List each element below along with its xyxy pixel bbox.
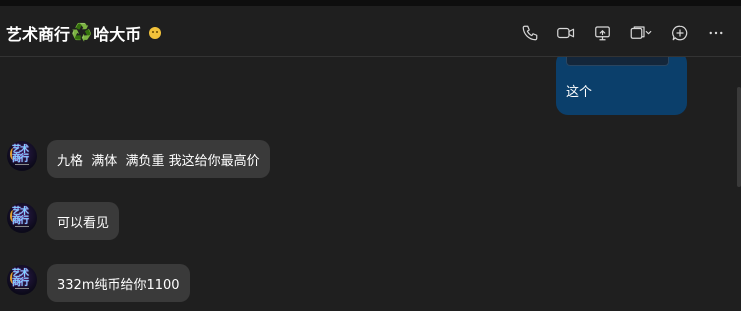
video-call-button[interactable] [553,20,579,46]
avatar[interactable]: 艺术 商行 [7,265,37,295]
chat-title-suffix: 哈大币 [93,25,142,44]
phone-icon [522,25,538,41]
more-options-button[interactable] [703,20,729,46]
image-thumbnail[interactable] [566,57,669,66]
video-camera-icon [557,27,575,39]
phone-call-button[interactable] [517,20,543,46]
avatar-subline [15,288,29,289]
header-toolbar [507,20,729,46]
face-emoji-icon [149,27,162,39]
recycle-emoji-icon: ♻️ [71,23,93,43]
more-apps-icon [630,26,652,39]
message-list[interactable]: 这个 艺术 商行 九格 满体 满负重 我这给你最高价 艺术 商行 可以看见 艺术 商行… [0,57,741,311]
avatar-text: 艺术 商行 [12,207,29,226]
incoming-message[interactable]: 可以看见 [47,202,120,240]
scrollbar[interactable] [737,87,741,187]
incoming-message[interactable]: 332m纯币给你1100 [47,264,190,302]
screen-share-button[interactable] [589,20,615,46]
avatar[interactable]: 艺术 商行 [7,203,37,233]
outgoing-message[interactable]: 这个 [556,57,687,115]
avatar-subline [15,164,29,165]
screen-share-icon [594,26,610,41]
chat-title-prefix: 艺术商行 [6,25,71,44]
avatar-text: 艺术 商行 [12,269,29,288]
chat-header: 艺术商行 ♻️ 哈大币 [0,6,741,57]
message-text: 这个 [566,85,593,100]
message-text: 可以看见 [57,215,110,231]
chat-title[interactable]: 艺术商行 ♻️ 哈大币 [6,21,162,45]
avatar-subline [15,226,29,227]
more-apps-button[interactable] [625,20,657,46]
message-text: 332m纯币给你1100 [57,277,180,293]
incoming-message[interactable]: 九格 满体 满负重 我这给你最高价 [47,140,270,178]
message-text: 九格 满体 满负重 我这给你最高价 [57,153,260,169]
avatar[interactable]: 艺术 商行 [7,141,37,171]
add-member-button[interactable] [667,20,693,46]
more-icon [709,31,723,35]
avatar-text: 艺术 商行 [12,145,29,164]
add-member-icon [672,25,688,41]
